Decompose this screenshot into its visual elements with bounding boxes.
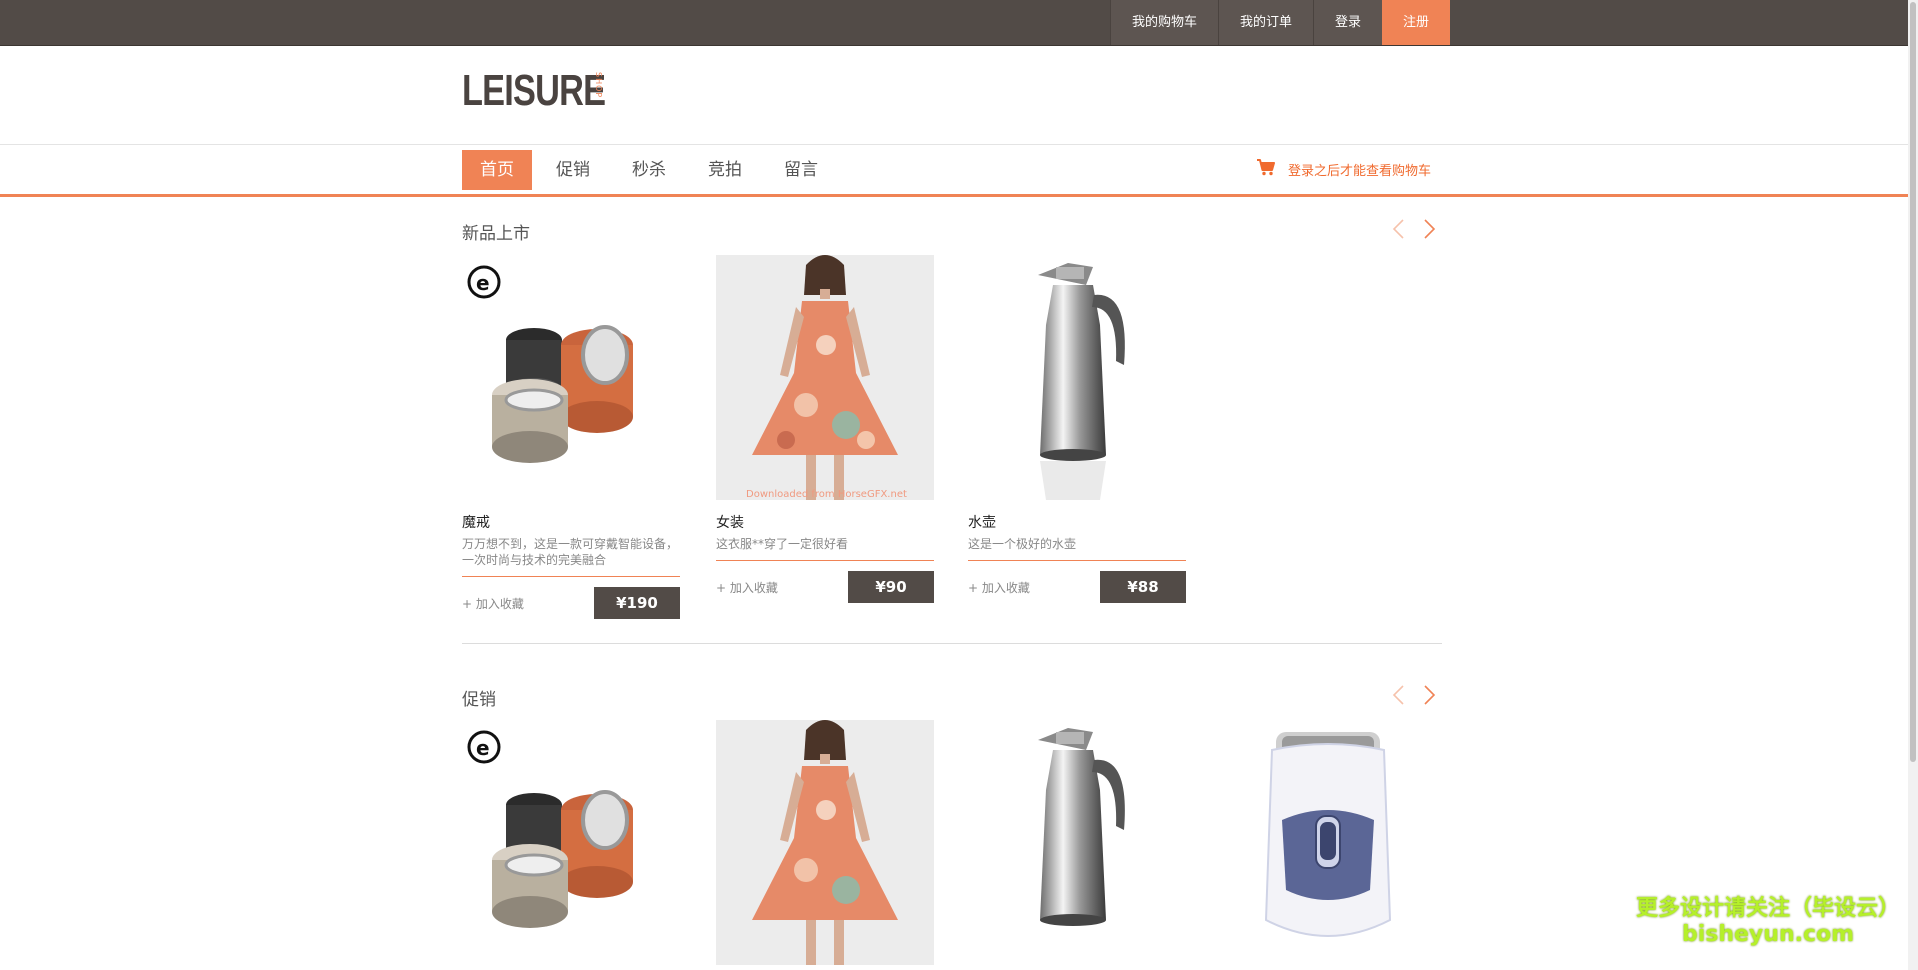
product-description: 万万想不到，这是一款可穿戴智能设备，一次时尚与技术的完美融合 [462, 537, 679, 567]
card-divider [968, 560, 1186, 561]
price-button[interactable]: ¥88 [1100, 571, 1186, 603]
product-name[interactable]: 水壶 [968, 512, 1186, 531]
product-card[interactable]: 水壶 这是一个极好的水壶 + 加入收藏 ¥88 [968, 255, 1186, 603]
scrollbar-thumb[interactable] [1910, 2, 1916, 762]
next-arrow-icon[interactable] [1420, 684, 1438, 706]
card-footer: + 加入收藏 ¥90 [716, 571, 934, 603]
logo-text: LEISURE [462, 66, 606, 115]
nav-item-home[interactable]: 首页 [462, 150, 532, 190]
prev-arrow-icon[interactable] [1390, 218, 1408, 240]
site-logo[interactable]: LEISURE SHOP [462, 66, 646, 116]
product-card[interactable]: e [462, 720, 680, 965]
top-bar [0, 0, 1908, 46]
add-favorite-link[interactable]: + 加入收藏 [716, 579, 778, 596]
top-nav: 我的购物车 我的订单 登录 注册 [1110, 0, 1451, 45]
product-name[interactable]: 魔戒 [462, 512, 680, 531]
product-card[interactable]: Downloaded from HorseGFX.net 女装 这衣服**穿了一… [716, 255, 934, 603]
svg-text:e: e [476, 736, 490, 760]
kettle-icon[interactable] [968, 255, 1186, 500]
shaver-icon[interactable] [1220, 720, 1438, 965]
section-title-new: 新品上市 [462, 224, 530, 244]
add-favorite-link[interactable]: + 加入收藏 [462, 595, 524, 612]
product-card[interactable] [968, 720, 1186, 965]
dress-icon[interactable] [716, 720, 934, 965]
product-description: 这衣服**穿了一定很好看 [716, 537, 849, 551]
watermark-line1: 更多设计请关注（毕设云） [1636, 896, 1901, 921]
card-divider [716, 560, 934, 561]
price-button[interactable]: ¥90 [848, 571, 934, 603]
nav-divider-top [0, 144, 1908, 145]
product-card[interactable] [1220, 720, 1438, 965]
card-footer: + 加入收藏 ¥190 [462, 587, 680, 619]
svg-text:e: e [476, 271, 490, 295]
kettle-icon[interactable] [968, 720, 1186, 965]
prev-arrow-icon[interactable] [1390, 684, 1408, 706]
add-favorite-link[interactable]: + 加入收藏 [968, 579, 1030, 596]
nav-item-auction[interactable]: 竞拍 [690, 150, 760, 190]
cart-icon [1256, 158, 1288, 180]
site-watermark: 更多设计请关注（毕设云） bisheyun.com [1636, 896, 1900, 948]
my-cart-link[interactable]: 我的购物车 [1110, 0, 1219, 45]
price-button[interactable]: ¥190 [594, 587, 680, 619]
dress-icon[interactable]: Downloaded from HorseGFX.net [716, 255, 934, 500]
card-footer: + 加入收藏 ¥88 [968, 571, 1186, 603]
my-orders-link[interactable]: 我的订单 [1218, 0, 1314, 45]
product-description: 这是一个极好的水壶 [968, 537, 1077, 551]
nav-item-messages[interactable]: 留言 [766, 150, 836, 190]
card-divider [462, 576, 680, 577]
login-link[interactable]: 登录 [1313, 0, 1383, 45]
register-button[interactable]: 注册 [1382, 0, 1451, 45]
product-card[interactable]: e 魔戒 万万想不到，这是一款可穿戴智能设备，一次时尚与技术的完美融合 + 加入… [462, 255, 680, 619]
logo-subtext: SHOP [594, 72, 603, 99]
cart-hint-text: 登录之后才能查看购物车 [1288, 163, 1432, 179]
next-arrow-icon[interactable] [1420, 218, 1438, 240]
nav-item-promotion[interactable]: 促销 [538, 150, 608, 190]
ring-icon[interactable]: e [462, 720, 680, 965]
section-divider [462, 643, 1442, 644]
nav-item-flash-sale[interactable]: 秒杀 [614, 150, 684, 190]
nav-divider-accent [0, 194, 1908, 197]
section-title-promotion: 促销 [462, 690, 496, 710]
image-watermark: Downloaded from HorseGFX.net [746, 489, 907, 500]
main-nav: 首页 促销 秒杀 竞拍 留言 [462, 150, 842, 190]
cart-login-hint[interactable]: 登录之后才能查看购物车 [1256, 158, 1431, 180]
watermark-line2: bisheyun.com [1681, 922, 1855, 947]
product-name[interactable]: 女装 [716, 512, 934, 531]
section-new-arrows [1390, 218, 1438, 240]
ring-icon[interactable]: e [462, 255, 680, 500]
product-card[interactable] [716, 720, 934, 965]
section-promotion-arrows [1390, 684, 1438, 706]
